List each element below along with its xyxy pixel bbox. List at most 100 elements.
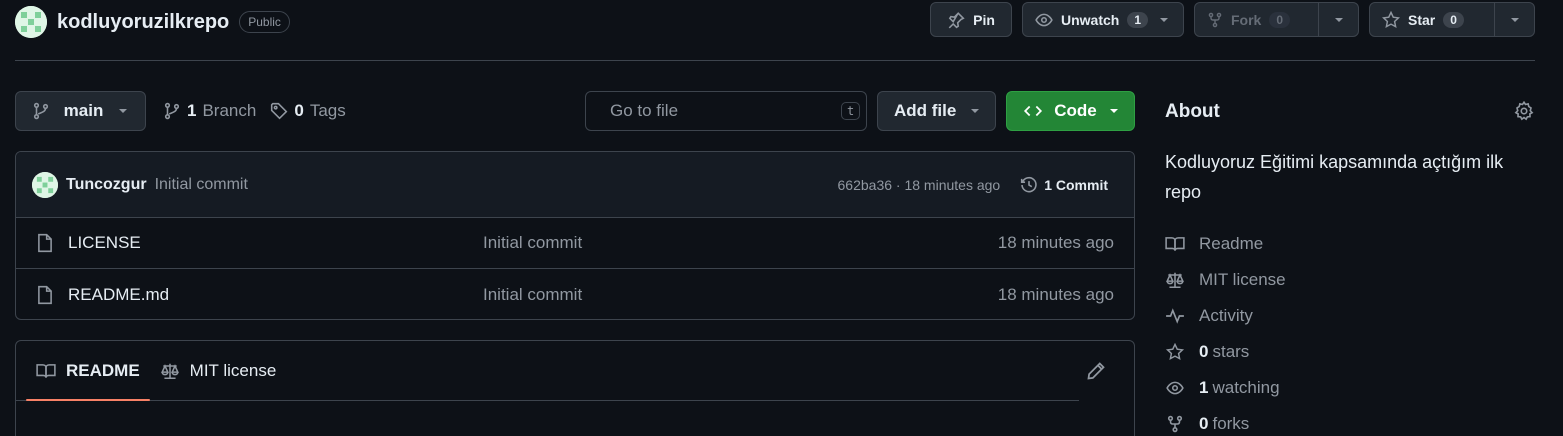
fork-icon [1208,12,1222,27]
file-name[interactable]: LICENSE [68,233,483,253]
chevron-down-icon [1160,17,1169,22]
about-settings-button[interactable] [1514,101,1534,121]
owner-avatar[interactable] [15,6,47,38]
about-links: Readme MIT license Activity 0 stars 1 watc… [1165,226,1286,436]
star-label: Star [1408,11,1436,28]
file-name[interactable]: README.md [68,285,483,305]
eye-icon [1166,381,1184,395]
go-to-file-input[interactable] [610,101,831,121]
pin-label: Pin [973,11,995,28]
table-row: LICENSE Initial commit 18 minutes ago [16,218,1134,269]
license-link-label: MIT license [1199,270,1286,289]
commit-count: 1 Commit [1044,176,1108,193]
repo-name[interactable]: kodluyoruzilkrepo [57,11,229,34]
tab-readme-label: README [66,360,140,380]
branch-name: main [63,101,104,120]
tag-count: 0 [294,101,304,120]
shortcut-key: t [841,102,861,120]
add-file-label: Add file [894,101,957,120]
unwatch-button[interactable]: Unwatch 1 [1022,2,1184,37]
visibility-badge: Public [239,11,290,33]
commit-meta[interactable]: 662ba36 · 18 minutes ago [838,177,1001,193]
watching-count: 1 [1199,378,1209,397]
commit-message[interactable]: Initial commit [155,176,248,194]
author-avatar[interactable] [32,171,58,198]
add-file-button[interactable]: Add file [877,91,996,131]
code-label: Code [1054,101,1097,120]
eye-icon [1035,13,1053,26]
branch-tag-info: 1 Branch 0 Tags [163,91,346,131]
repo-header: kodluyoruzilkrepo Public [15,4,290,40]
header-divider [15,60,1535,61]
star-icon [1165,343,1185,361]
star-dropdown[interactable] [1495,3,1534,36]
forks-count: 0 [1199,414,1209,433]
table-row: README.md Initial commit 18 minutes ago [16,269,1134,319]
chevron-down-icon [1510,17,1519,22]
stars-link[interactable]: 0 stars [1165,334,1286,370]
star-button[interactable]: Star 0 [1369,2,1535,37]
branch-icon [164,102,180,120]
forks-link[interactable]: 0 forks [1165,406,1286,436]
pulse-icon [1166,308,1184,324]
branch-label: Branch [202,101,257,120]
chevron-down-icon [1334,17,1343,22]
tag-label: Tags [309,101,346,120]
readme-link-label: Readme [1199,234,1264,253]
about-heading: About [1165,101,1220,122]
latest-commit-row: Tuncozgur Initial commit 662ba36 · 18 mi… [16,152,1134,218]
pin-button[interactable]: Pin [930,2,1012,37]
file-commit-message[interactable]: Initial commit [483,285,582,305]
pencil-icon [1087,362,1105,380]
watch-count: 1 [1127,11,1149,28]
branch-selector[interactable]: main [15,91,146,131]
watching-label: watching [1212,378,1280,397]
chevron-down-icon [971,109,979,113]
law-icon [1166,272,1184,288]
go-to-file[interactable]: t [585,91,867,131]
book-icon [36,363,56,378]
file-table: Tuncozgur Initial commit 662ba36 · 18 mi… [15,151,1135,320]
fork-button[interactable]: Fork 0 [1194,2,1359,37]
fork-dropdown[interactable] [1319,3,1358,36]
activity-link-label: Activity [1199,306,1253,325]
file-age: 18 minutes ago [997,284,1114,304]
commit-history-link[interactable]: 1 Commit [1020,176,1118,194]
file-age: 18 minutes ago [997,233,1114,252]
tab-license-label: MIT license [189,360,277,380]
chevron-down-icon [119,109,127,113]
pin-icon [948,11,965,28]
book-icon [1165,237,1185,251]
readme-link[interactable]: Readme [1165,226,1286,262]
watching-link[interactable]: 1 watching [1165,370,1286,406]
readme-panel: README MIT license [15,340,1135,436]
code-button[interactable]: Code [1006,91,1135,131]
law-icon [160,363,179,379]
activity-link[interactable]: Activity [1165,298,1286,334]
file-commit-message[interactable]: Initial commit [483,233,582,253]
stars-label: stars [1212,342,1250,361]
tag-icon [271,102,288,120]
tab-license[interactable]: MIT license [150,341,287,400]
commit-author[interactable]: Tuncozgur [66,176,147,194]
tags-link[interactable]: 0 Tags [270,101,346,121]
fork-icon [1167,415,1183,433]
forks-label: forks [1212,414,1250,433]
license-link[interactable]: MIT license [1165,262,1286,298]
gear-icon [1514,101,1534,121]
tab-readme[interactable]: README [26,341,150,401]
fork-label: Fork [1231,11,1262,28]
stars-count: 0 [1199,342,1209,361]
readme-tabs: README MIT license [16,341,1079,401]
repo-actions: Pin Unwatch 1 Fork 0 Star 0 [930,2,1535,37]
branches-link[interactable]: 1 Branch [163,101,256,121]
star-icon [1382,10,1400,28]
unwatch-label: Unwatch [1061,11,1120,28]
history-icon [1021,176,1037,192]
branch-icon [33,102,49,120]
about-description: Kodluyoruz Eğitimi kapsamında açtığım il… [1165,152,1504,202]
fork-count: 0 [1269,11,1291,28]
edit-readme-button[interactable] [1086,361,1106,381]
file-icon [38,285,52,304]
file-icon [38,233,52,253]
